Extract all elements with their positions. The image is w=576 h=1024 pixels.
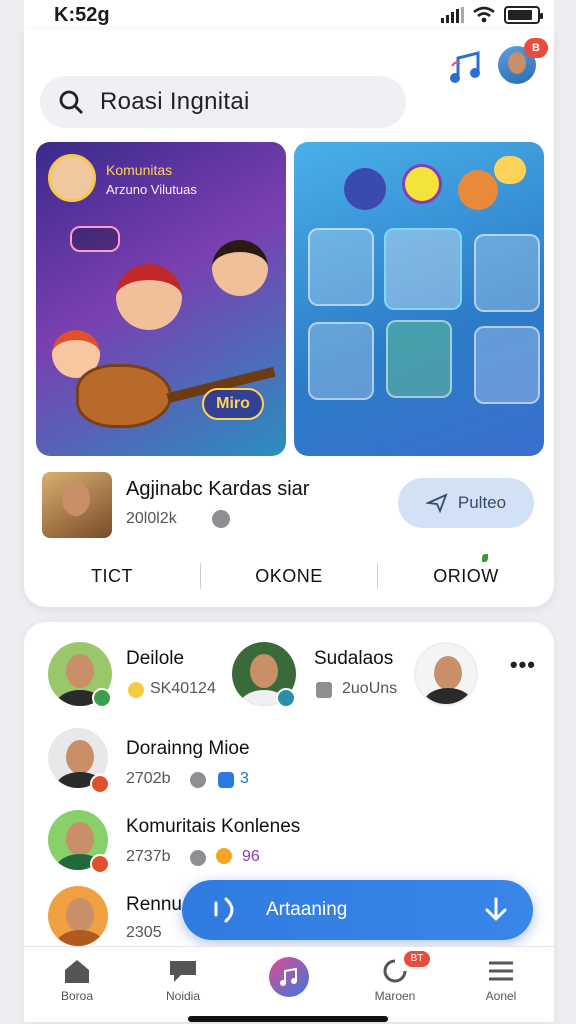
list-avatar[interactable] (48, 886, 108, 946)
notification-badge: B (524, 38, 548, 58)
circle-icon (190, 772, 206, 788)
star-icon (216, 848, 232, 864)
leaf-icon (482, 553, 488, 562)
friend-avatar[interactable] (414, 642, 478, 706)
content-tabs: TICT OKONE ORIOW (24, 553, 554, 596)
friend-meta: 2uoUns (342, 680, 398, 697)
banner-subtitle: Arzuno Vilutuas (106, 182, 197, 197)
music-button[interactable] (444, 46, 488, 90)
friend-name[interactable]: Deilole (126, 648, 184, 670)
tab-oriow[interactable]: ORIOW (378, 553, 554, 587)
online-badge (276, 688, 296, 708)
featured-banner-characters[interactable] (294, 142, 544, 456)
friend-name[interactable]: Sudalaos (314, 648, 393, 670)
more-options-button[interactable]: ••• (510, 652, 536, 678)
chat-pill-icon (70, 226, 120, 252)
list-count: 96 (242, 848, 260, 865)
wifi-icon (473, 6, 495, 23)
tab-label: Boroa (60, 989, 94, 1003)
bottom-tab-bar: Boroa Noidia BT Maroen Aonel (24, 946, 554, 1016)
music-note-icon (450, 51, 480, 83)
notification-badge: BT (404, 951, 430, 967)
status-badge (90, 774, 110, 794)
feed-card: B Roasi Ingnitai Komunitas Arzuno Vilutu… (24, 30, 554, 607)
list-name[interactable]: Komuritais Konlenes (126, 816, 300, 838)
status-badge (90, 854, 110, 874)
sun-icon (128, 682, 144, 698)
character-tile (308, 322, 374, 400)
tab-label: Maroen (374, 989, 416, 1003)
list-name[interactable]: Dorainng Mioe (126, 738, 250, 760)
banner-avatar (48, 154, 96, 202)
tab-music[interactable] (236, 947, 342, 1016)
now-playing-bar[interactable]: Artaaning (182, 880, 533, 940)
list-meta: 2305 (126, 924, 162, 941)
list-count: 3 (240, 770, 249, 787)
tab-media[interactable]: Noidia (130, 947, 236, 1016)
battery-icon (504, 6, 543, 24)
banner-chip[interactable]: Miro (202, 388, 264, 420)
tab-label: Noidia (165, 989, 201, 1003)
featured-banner-community[interactable]: Komunitas Arzuno Vilutuas Miro (36, 142, 286, 456)
download-icon[interactable] (481, 895, 511, 925)
character-tile (386, 320, 452, 398)
home-icon (65, 960, 89, 983)
tab-menu[interactable]: Aonel (448, 947, 554, 1016)
status-time: K:52g (54, 3, 110, 26)
play-icon[interactable] (402, 164, 442, 204)
menu-icon (489, 961, 513, 981)
music-center-button[interactable] (269, 957, 309, 997)
friend-meta: SK40124 (150, 680, 216, 697)
audio-wave-icon (214, 897, 234, 923)
girl-illustration (116, 264, 182, 330)
search-icon (59, 90, 83, 114)
tab-label: Aonel (485, 989, 517, 1003)
follow-button[interactable]: Pulteo (398, 478, 534, 528)
character-tile (474, 234, 540, 312)
signal-icon (441, 7, 464, 23)
list-meta: 2702b (126, 770, 171, 787)
online-badge (92, 688, 112, 708)
search-input[interactable]: Roasi Ingnitai (100, 88, 250, 116)
list-meta: 2737b (126, 848, 171, 865)
character-tile-featured (384, 228, 462, 310)
profile-thumbnail[interactable] (42, 472, 112, 538)
home-indicator (188, 1016, 388, 1022)
boy-illustration (212, 240, 268, 296)
cat-illustration (344, 168, 386, 210)
tag-icon (316, 682, 332, 698)
tab-tict[interactable]: TICT (24, 566, 200, 587)
character-tile (474, 326, 540, 404)
tab-home[interactable]: Boroa (24, 947, 130, 1016)
shield-icon (218, 772, 234, 788)
tab-notifications[interactable]: BT Maroen (342, 947, 448, 1016)
music-note-icon (280, 967, 297, 986)
search-bar[interactable]: Roasi Ingnitai (40, 76, 406, 128)
stat-icon (212, 510, 230, 528)
chat-icon (170, 961, 196, 982)
fox-illustration (458, 170, 498, 210)
follow-label: Pulteo (457, 493, 507, 512)
status-icons (441, 6, 543, 24)
send-icon (425, 493, 448, 513)
character-tile (308, 228, 374, 306)
profile-stat: 20l0l2k (126, 510, 177, 527)
status-bar: K:52g (24, 0, 554, 30)
chat-bubble-icon (494, 156, 526, 184)
banner-title: Komunitas (106, 162, 173, 178)
guitar-illustration (76, 364, 172, 428)
tab-label: ORIOW (433, 565, 499, 586)
profile-name: Agjinabc Kardas siar (126, 478, 310, 500)
now-playing-label: Artaaning (266, 899, 348, 920)
profile-row: Agjinabc Kardas siar 20l0l2k Pulteo (42, 470, 534, 540)
circle-icon (190, 850, 206, 866)
list-name[interactable]: Rennu (126, 894, 182, 916)
tab-okone[interactable]: OKONE (201, 566, 377, 587)
